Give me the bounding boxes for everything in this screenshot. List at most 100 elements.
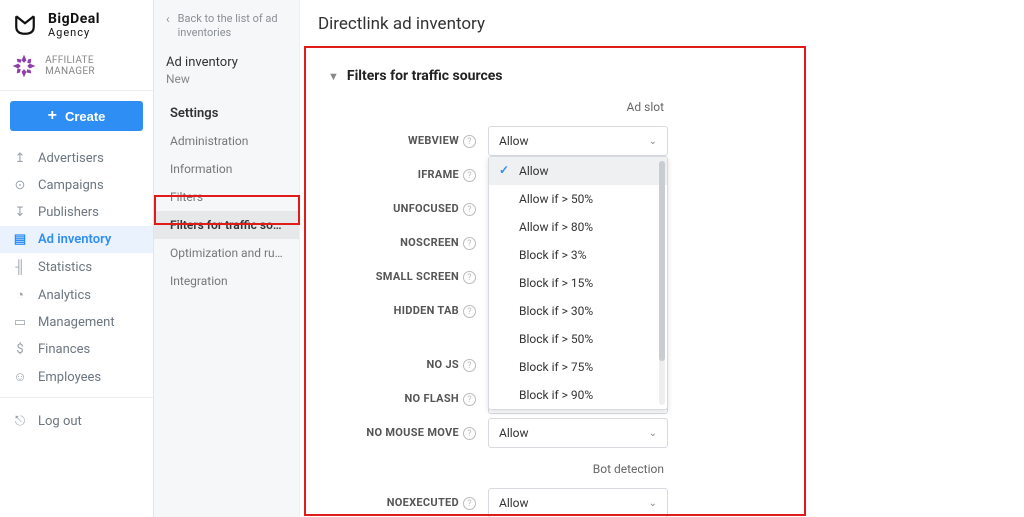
dollar-icon: $	[12, 342, 28, 357]
settings-item-information[interactable]: Information	[154, 155, 299, 183]
back-link[interactable]: ‹ Back to the list of ad inventories	[154, 0, 299, 55]
settings-list: Administration Information Filters Filte…	[154, 127, 299, 295]
rect-icon: ▭	[12, 315, 28, 330]
collapse-triangle-icon: ▼	[328, 70, 339, 83]
nav-label: Publishers	[38, 205, 99, 220]
select-webview[interactable]: Allow ⌄	[488, 126, 668, 156]
nav-publishers[interactable]: ↧ Publishers	[0, 199, 153, 226]
dropdown-option[interactable]: Block if > 75%	[489, 353, 667, 381]
nav-employees[interactable]: ☺ Employees	[0, 363, 153, 391]
help-icon[interactable]: ?	[463, 271, 476, 284]
section-header[interactable]: ▼ Filters for traffic sources	[328, 68, 782, 84]
settings-item-integration[interactable]: Integration	[154, 267, 299, 295]
dropdown-option[interactable]: Block if > 90%	[489, 381, 667, 409]
nav-advertisers[interactable]: ↥ Advertisers	[0, 145, 153, 172]
pie-icon: ◔	[12, 287, 28, 303]
create-label: Create	[65, 109, 105, 124]
help-icon[interactable]: ?	[463, 497, 476, 510]
brand-logo-icon	[10, 10, 40, 40]
settings-item-filters[interactable]: Filters	[154, 183, 299, 211]
download-icon: ↧	[12, 205, 28, 220]
help-icon[interactable]: ?	[463, 135, 476, 148]
label-iframe: IFRAME?	[328, 168, 488, 182]
settings-heading: Settings	[154, 100, 299, 127]
help-icon[interactable]: ?	[463, 427, 476, 440]
main-nav: ↥ Advertisers ⊙ Campaigns ↧ Publishers ▤…	[0, 141, 153, 517]
filters-panel: ▼ Filters for traffic sources Ad slot WE…	[304, 46, 806, 517]
brand-sub: Agency	[48, 27, 100, 39]
nav-statistics[interactable]: ╢ Statistics	[0, 253, 153, 281]
secondary-sidebar: ‹ Back to the list of ad inventories Ad …	[154, 0, 300, 517]
nav-label: Management	[38, 315, 115, 330]
nav-label: Advertisers	[38, 151, 104, 166]
target-icon: ⊙	[12, 178, 28, 193]
dropdown-option[interactable]: Allow	[489, 157, 667, 185]
help-icon[interactable]: ?	[463, 237, 476, 250]
label-webview: WEBVIEW?	[328, 134, 488, 148]
breadcrumb: Ad inventory	[154, 55, 299, 72]
brand: BigDeal Agency	[0, 0, 153, 46]
role-badge-icon	[10, 52, 37, 80]
nav-management[interactable]: ▭ Management	[0, 309, 153, 336]
help-icon[interactable]: ?	[463, 203, 476, 216]
chevron-left-icon: ‹	[166, 12, 170, 28]
nav-finances[interactable]: $ Finances	[0, 336, 153, 363]
row-webview: WEBVIEW? Allow ⌄	[328, 124, 782, 158]
logout-icon: ⎋	[12, 414, 28, 429]
settings-item-administration[interactable]: Administration	[154, 127, 299, 155]
page-title: Directlink ad inventory	[300, 12, 1024, 46]
label-noscreen: NOSCREEN?	[328, 236, 488, 250]
dropdown-option[interactable]: Block if > 30%	[489, 297, 667, 325]
breadcrumb-sub: New	[154, 72, 299, 100]
back-label: Back to the list of ad inventories	[178, 12, 287, 41]
nav-label: Campaigns	[38, 178, 104, 193]
left-sidebar: BigDeal Agency	[0, 0, 154, 517]
select-value: Allow	[499, 134, 529, 148]
role-label: AFFILIATE MANAGER	[45, 55, 143, 77]
dropdown-option[interactable]: Block if > 15%	[489, 269, 667, 297]
settings-item-optimization[interactable]: Optimization and rules	[154, 239, 299, 267]
nav-separator	[0, 397, 153, 398]
select-value: Allow	[499, 426, 529, 440]
row-no-mouse-move: NO MOUSE MOVE? Allow ⌄	[328, 416, 782, 450]
subhead-bot-detection: Bot detection	[328, 462, 782, 476]
label-no-mouse-move: NO MOUSE MOVE?	[328, 426, 488, 440]
help-icon[interactable]: ?	[463, 393, 476, 406]
label-no-js: NO JS?	[328, 358, 488, 372]
label-no-flash: NO FLASH?	[328, 392, 488, 406]
plus-icon: +	[48, 108, 57, 124]
person-icon: ☺	[12, 369, 28, 385]
help-icon[interactable]: ?	[463, 305, 476, 318]
help-icon[interactable]: ?	[463, 359, 476, 372]
inventory-icon: ▤	[12, 232, 28, 247]
nav-analytics[interactable]: ◔ Analytics	[0, 281, 153, 309]
section-title: Filters for traffic sources	[347, 68, 503, 84]
bars-icon: ╢	[12, 259, 28, 275]
select-noexecuted[interactable]: Allow ⌄	[488, 488, 668, 517]
dropdown-option[interactable]: Block if > 3%	[489, 241, 667, 269]
role-row: AFFILIATE MANAGER	[0, 46, 153, 91]
nav-ad-inventory[interactable]: ▤ Ad inventory	[0, 226, 153, 253]
chevron-down-icon: ⌄	[649, 428, 657, 439]
nav-label: Statistics	[38, 260, 92, 275]
logout-label: Log out	[38, 414, 82, 429]
nav-label: Ad inventory	[38, 232, 111, 247]
dropdown-option[interactable]: Block if > 50%	[489, 325, 667, 353]
nav-label: Analytics	[38, 288, 91, 303]
select-iframe-dropdown[interactable]: Allow Allow if > 50% Allow if > 80% Bloc…	[488, 156, 668, 410]
settings-item-filters-traffic[interactable]: Filters for traffic sour...	[154, 211, 299, 239]
select-value: Allow	[499, 496, 529, 510]
select-no-mouse-move[interactable]: Allow ⌄	[488, 418, 668, 448]
label-unfocused: UNFOCUSED?	[328, 202, 488, 216]
nav-campaigns[interactable]: ⊙ Campaigns	[0, 172, 153, 199]
dropdown-scrollbar-thumb[interactable]	[659, 161, 665, 361]
dropdown-option[interactable]: Allow if > 50%	[489, 185, 667, 213]
subhead-ad-slot: Ad slot	[328, 100, 782, 114]
create-button[interactable]: + Create	[10, 101, 143, 131]
nav-label: Finances	[38, 342, 90, 357]
brand-name: BigDeal	[48, 12, 100, 27]
help-icon[interactable]: ?	[463, 169, 476, 182]
nav-logout[interactable]: ⎋ Log out	[0, 404, 153, 439]
dropdown-option[interactable]: Allow if > 80%	[489, 213, 667, 241]
main-content: Directlink ad inventory ▼ Filters for tr…	[300, 0, 1024, 517]
